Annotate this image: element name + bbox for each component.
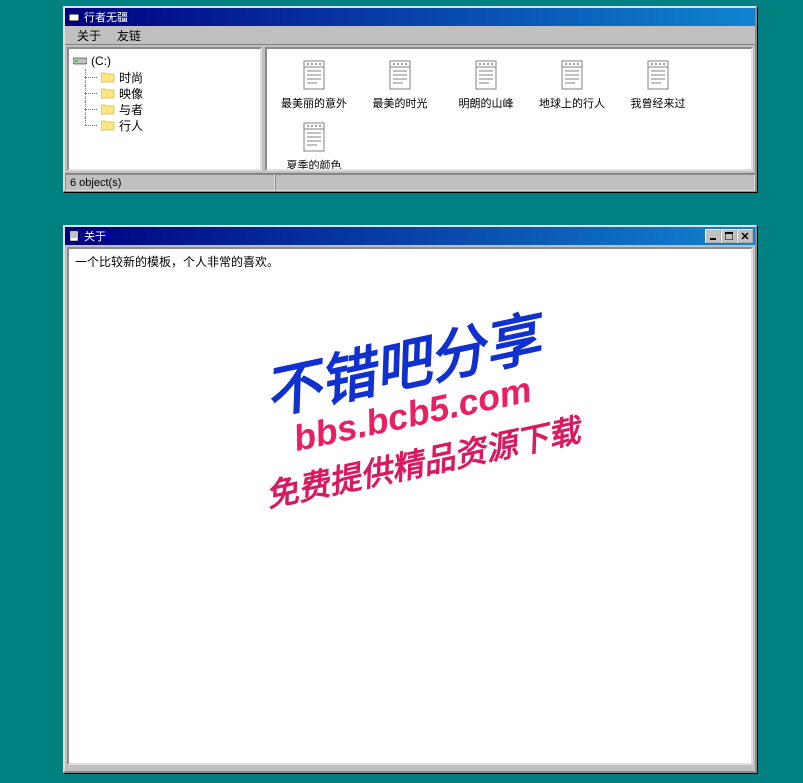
titlebar[interactable]: 行者无疆 (65, 8, 755, 26)
file-list-panel[interactable]: 最美丽的意外 最美的时光 明朗的山峰 地球上的行人 我曾经来过夏季的颜色 (265, 47, 753, 171)
tree-root-label: (C:) (91, 54, 111, 68)
text-file-icon (556, 59, 588, 91)
tree-folder-node[interactable]: 与者 (79, 101, 256, 117)
file-label: 明朗的山峰 (459, 95, 514, 111)
tree-folder-label: 时尚 (119, 69, 143, 86)
menubar: 关于 友链 (65, 26, 755, 45)
text-file-icon (298, 121, 330, 153)
file-label: 夏季的颜色 (287, 157, 342, 171)
statusbar: 6 object(s) (65, 173, 755, 191)
close-button[interactable] (737, 229, 753, 243)
file-browser-window: 行者无疆 关于 友链 (C:) 时尚映像与者行人 最美丽的意外 最美的时光 明朗的山… (63, 6, 757, 192)
file-item[interactable]: 夏季的颜色 (271, 119, 357, 171)
folder-icon (101, 71, 115, 83)
file-label: 地球上的行人 (539, 95, 605, 111)
tree-folder-node[interactable]: 行人 (79, 117, 256, 133)
file-item[interactable]: 我曾经来过 (615, 57, 701, 113)
file-item[interactable]: 地球上的行人 (529, 57, 615, 113)
tree-folder-node[interactable]: 时尚 (79, 69, 256, 85)
file-label: 最美的时光 (373, 95, 428, 111)
text-file-icon (642, 59, 674, 91)
file-label: 我曾经来过 (631, 95, 686, 111)
window-title: 关于 (84, 228, 705, 244)
text-file-icon (298, 59, 330, 91)
menu-about[interactable]: 关于 (69, 25, 109, 46)
about-window: 关于 一个比较新的模板，个人非常的喜欢。 不错吧分享 bbs.bcb5.com … (63, 225, 757, 773)
titlebar[interactable]: 关于 (65, 227, 755, 245)
folder-icon (101, 119, 115, 131)
text-file-icon (384, 59, 416, 91)
menu-links[interactable]: 友链 (109, 25, 149, 46)
doc-icon (67, 229, 81, 243)
file-item[interactable]: 明朗的山峰 (443, 57, 529, 113)
tree-folder-node[interactable]: 映像 (79, 85, 256, 101)
tree-folder-label: 行人 (119, 117, 143, 134)
description-text: 一个比较新的模板，个人非常的喜欢。 (75, 253, 279, 270)
text-file-icon (470, 59, 502, 91)
file-label: 最美丽的意外 (281, 95, 347, 111)
file-item[interactable]: 最美的时光 (357, 57, 443, 113)
tree-panel[interactable]: (C:) 时尚映像与者行人 (67, 47, 262, 171)
file-item[interactable]: 最美丽的意外 (271, 57, 357, 113)
minimize-button[interactable] (705, 229, 721, 243)
content-area: 一个比较新的模板，个人非常的喜欢。 不错吧分享 bbs.bcb5.com 免费提… (67, 247, 753, 765)
maximize-button[interactable] (721, 229, 737, 243)
status-count: 6 object(s) (65, 174, 275, 191)
tree-root-node[interactable]: (C:) (73, 53, 256, 69)
watermark: 不错吧分享 bbs.bcb5.com 免费提供精品资源下载 (236, 289, 583, 517)
folder-icon (101, 103, 115, 115)
app-icon (67, 10, 81, 24)
tree-folder-label: 与者 (119, 101, 143, 118)
drive-icon (73, 55, 87, 67)
tree-folder-label: 映像 (119, 85, 143, 102)
status-empty (275, 174, 755, 191)
folder-icon (101, 87, 115, 99)
window-title: 行者无疆 (84, 9, 753, 25)
